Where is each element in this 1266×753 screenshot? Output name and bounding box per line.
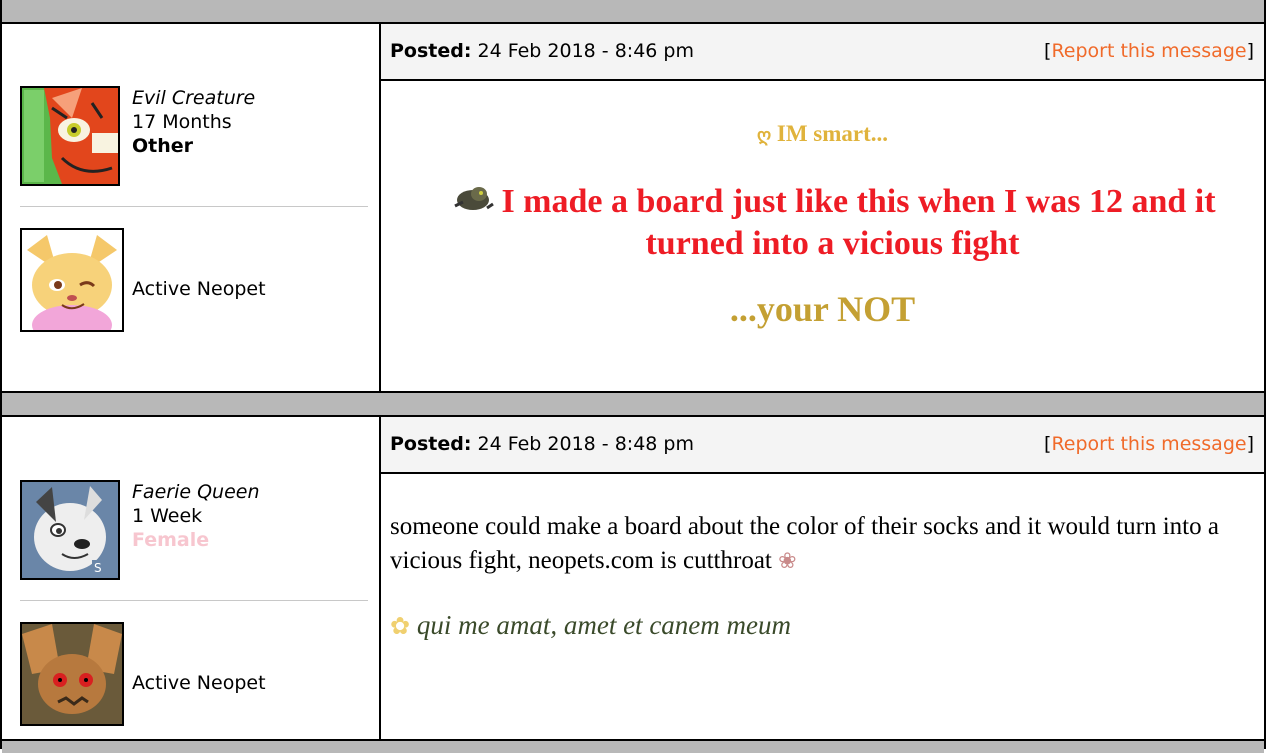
active-pet-label: Active Neopet xyxy=(132,278,266,300)
user-avatar[interactable] xyxy=(20,86,120,186)
user-gender: Female xyxy=(132,529,210,551)
message-panel: Posted: 24 Feb 2018 - 8:46 pm [Report th… xyxy=(381,24,1264,391)
timestamp: 24 Feb 2018 - 8:48 pm xyxy=(477,433,694,455)
posted-label: Posted: xyxy=(390,433,472,455)
report-message-link[interactable]: Report this message xyxy=(1051,433,1246,455)
signature: ✿ qui me amat, amet et canem meum xyxy=(390,610,791,641)
message-board: Evil Creature 17 Months Other Active Neo… xyxy=(0,0,1266,753)
post: Evil Creature 17 Months Other Active Neo… xyxy=(2,24,1264,391)
signature-text: qui me amat, amet et canem meum xyxy=(416,610,792,640)
report-container: [Report this message] xyxy=(1044,433,1254,455)
message-line-2: I made a board just like this when I was… xyxy=(401,181,1264,265)
svg-text:S: S xyxy=(94,561,102,575)
flower-icon: ❀ xyxy=(778,548,797,573)
user-details: Faerie Queen 1 Week Female xyxy=(132,480,260,552)
message-line-1: ღ IM smart... xyxy=(756,121,889,146)
user-avatar[interactable]: S xyxy=(20,480,120,580)
post: S Faerie Queen 1 Week Female Active Neop… xyxy=(2,417,1264,739)
pet-icon xyxy=(22,624,122,724)
user-divider xyxy=(20,600,368,601)
user-gender: Other xyxy=(132,135,194,157)
row-separator xyxy=(2,0,1264,24)
user-info-panel: S Faerie Queen 1 Week Female Active Neop… xyxy=(2,417,381,739)
message-header: Posted: 24 Feb 2018 - 8:46 pm [Report th… xyxy=(381,24,1264,81)
timestamp: 24 Feb 2018 - 8:46 pm xyxy=(477,40,694,62)
kougra-avatar-icon xyxy=(22,88,118,184)
message-line-3: ...your NOT xyxy=(729,289,916,329)
post-timestamp: Posted: 24 Feb 2018 - 8:48 pm xyxy=(390,433,694,455)
message-panel: Posted: 24 Feb 2018 - 8:48 pm [Report th… xyxy=(381,417,1264,739)
user-divider xyxy=(20,206,368,207)
post-timestamp: Posted: 24 Feb 2018 - 8:46 pm xyxy=(390,40,694,62)
posted-label: Posted: xyxy=(390,40,472,62)
pet-emoticon-icon xyxy=(454,187,495,210)
account-age: 1 Week xyxy=(132,505,203,527)
report-message-link[interactable]: Report this message xyxy=(1051,40,1246,62)
active-pet-label: Active Neopet xyxy=(132,672,266,694)
row-separator xyxy=(2,739,1264,753)
active-pet-image[interactable] xyxy=(20,622,124,726)
user-details: Evil Creature 17 Months Other xyxy=(132,86,255,158)
pet-icon xyxy=(22,230,122,330)
username[interactable]: Faerie Queen xyxy=(132,480,260,504)
dog-avatar-icon: S xyxy=(22,482,118,578)
message-text: someone could make a board about the col… xyxy=(390,513,1219,574)
heart-swirl-icon: ღ xyxy=(756,125,772,145)
yellow-flower-icon: ✿ xyxy=(390,614,411,640)
username[interactable]: Evil Creature xyxy=(132,86,255,110)
row-separator xyxy=(2,391,1264,417)
message-body: someone could make a board about the col… xyxy=(390,510,1244,578)
report-container: [Report this message] xyxy=(1044,40,1254,62)
active-pet-image[interactable] xyxy=(20,228,124,332)
account-age: 17 Months xyxy=(132,111,232,133)
user-info-panel: Evil Creature 17 Months Other Active Neo… xyxy=(2,24,381,391)
message-header: Posted: 24 Feb 2018 - 8:48 pm [Report th… xyxy=(381,417,1264,474)
